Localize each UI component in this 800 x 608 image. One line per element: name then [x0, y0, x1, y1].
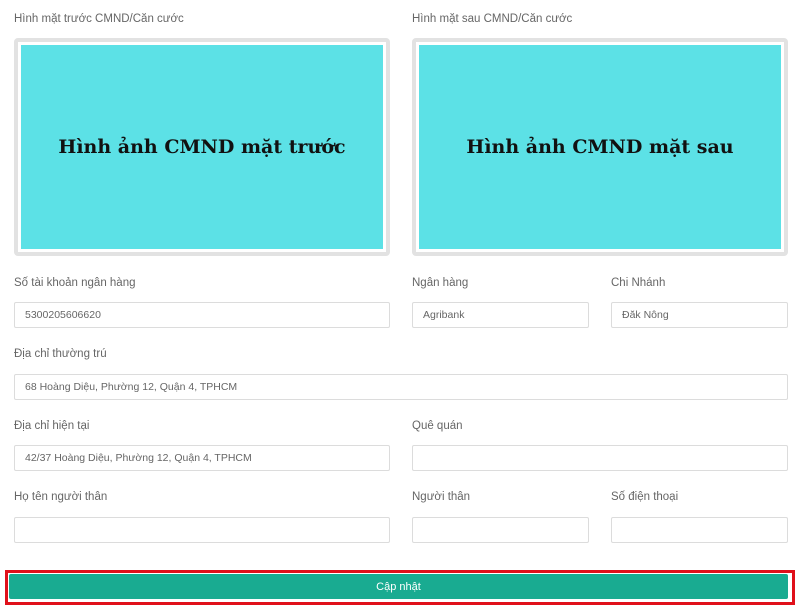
relative-name-label: Họ tên người thân — [14, 491, 108, 503]
hometown-input[interactable] — [412, 445, 788, 471]
update-button[interactable]: Cập nhật — [9, 574, 788, 599]
front-id-image[interactable]: Hình ảnh CMND mặt trước — [14, 38, 390, 256]
front-id-placeholder: Hình ảnh CMND mặt trước — [21, 45, 383, 249]
back-id-image-text: Hình ảnh CMND mặt sau — [466, 136, 734, 158]
relative-label: Người thân — [412, 491, 471, 503]
current-address-label: Địa chỉ hiện tại — [14, 420, 90, 432]
bank-account-label: Số tài khoản ngân hàng — [14, 277, 136, 289]
current-address-input[interactable] — [14, 445, 390, 471]
phone-input[interactable] — [611, 517, 788, 543]
permanent-address-input[interactable] — [14, 374, 788, 400]
branch-label: Chi Nhánh — [611, 277, 666, 289]
relative-name-input[interactable] — [14, 517, 390, 543]
bank-account-input[interactable] — [14, 302, 390, 328]
hometown-label: Quê quán — [412, 420, 463, 432]
phone-label: Số điện thoại — [611, 491, 679, 503]
back-id-placeholder: Hình ảnh CMND mặt sau — [419, 45, 781, 249]
back-id-label: Hình mặt sau CMND/Căn cước — [412, 13, 573, 25]
front-id-image-text: Hình ảnh CMND mặt trước — [58, 136, 346, 158]
relative-input[interactable] — [412, 517, 589, 543]
back-id-image[interactable]: Hình ảnh CMND mặt sau — [412, 38, 788, 256]
branch-input[interactable] — [611, 302, 788, 328]
front-id-label: Hình mặt trước CMND/Căn cước — [14, 13, 184, 25]
bank-label: Ngân hàng — [412, 277, 469, 289]
permanent-address-label: Địa chỉ thường trú — [14, 348, 107, 360]
bank-input[interactable] — [412, 302, 589, 328]
